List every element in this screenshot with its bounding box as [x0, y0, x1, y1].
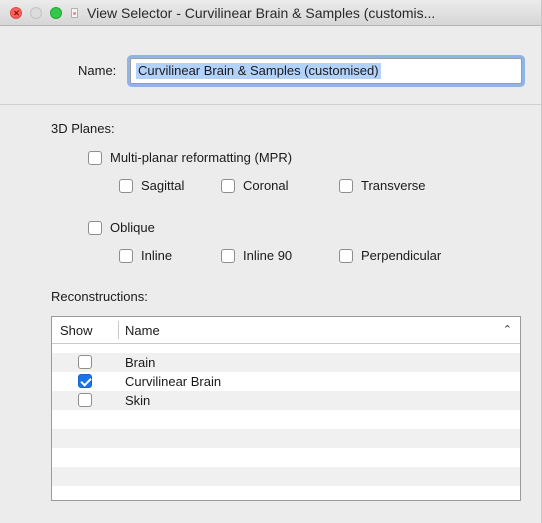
minimize-window-icon[interactable] — [30, 7, 42, 19]
row-name: Skin — [125, 393, 151, 408]
oblique-checkbox[interactable] — [88, 221, 102, 235]
show-checkbox-curvilinear-brain[interactable] — [78, 374, 92, 388]
table-row[interactable]: Skin — [52, 391, 520, 410]
coronal-checkbox[interactable] — [221, 179, 235, 193]
title-bar[interactable]: View Selector - Curvilinear Brain & Samp… — [0, 0, 541, 26]
planes-section-label: 3D Planes: — [51, 121, 115, 136]
perpendicular-label[interactable]: Perpendicular — [361, 248, 441, 263]
mpr-checkbox[interactable] — [88, 151, 102, 165]
view-selector-window: View Selector - Curvilinear Brain & Samp… — [0, 0, 542, 523]
table-row[interactable]: Curvilinear Brain — [52, 372, 520, 391]
close-window-icon[interactable] — [10, 7, 22, 19]
empty-row — [52, 429, 520, 448]
empty-row — [52, 410, 520, 429]
name-input-value: Curvilinear Brain & Samples (customised) — [136, 63, 381, 79]
perpendicular-checkbox[interactable] — [339, 249, 353, 263]
sagittal-label[interactable]: Sagittal — [141, 178, 184, 193]
empty-row — [52, 448, 520, 467]
row-name: Curvilinear Brain — [125, 374, 222, 389]
column-header-name[interactable]: Name — [125, 323, 160, 338]
window-title: View Selector - Curvilinear Brain & Samp… — [87, 5, 436, 21]
name-label: Name: — [78, 63, 117, 78]
sagittal-checkbox[interactable] — [119, 179, 133, 193]
table-row[interactable]: Brain — [52, 353, 520, 372]
table-header: Show Name ⌃ — [52, 317, 520, 344]
inline-90-label[interactable]: Inline 90 — [243, 248, 292, 263]
inline-90-checkbox[interactable] — [221, 249, 235, 263]
transverse-label[interactable]: Transverse — [361, 178, 426, 193]
mpr-label[interactable]: Multi-planar reformatting (MPR) — [110, 150, 292, 165]
reconstructions-section-label: Reconstructions: — [51, 289, 148, 304]
chevron-up-icon[interactable]: ⌃ — [503, 323, 512, 336]
empty-row — [52, 486, 520, 500]
empty-row — [52, 467, 520, 486]
show-checkbox-skin[interactable] — [78, 393, 92, 407]
inline-label[interactable]: Inline — [141, 248, 172, 263]
separator — [0, 104, 541, 105]
column-divider[interactable] — [118, 321, 119, 339]
reconstructions-table[interactable]: Show Name ⌃ Brain Curvilinear Brain Skin — [51, 316, 521, 501]
inline-checkbox[interactable] — [119, 249, 133, 263]
document-icon — [71, 8, 78, 18]
name-input[interactable]: Curvilinear Brain & Samples (customised) — [130, 58, 522, 84]
show-checkbox-brain[interactable] — [78, 355, 92, 369]
transverse-checkbox[interactable] — [339, 179, 353, 193]
oblique-label[interactable]: Oblique — [110, 220, 155, 235]
column-header-show[interactable]: Show — [60, 323, 93, 338]
coronal-label[interactable]: Coronal — [243, 178, 289, 193]
zoom-window-icon[interactable] — [50, 7, 62, 19]
row-name: Brain — [125, 355, 156, 370]
